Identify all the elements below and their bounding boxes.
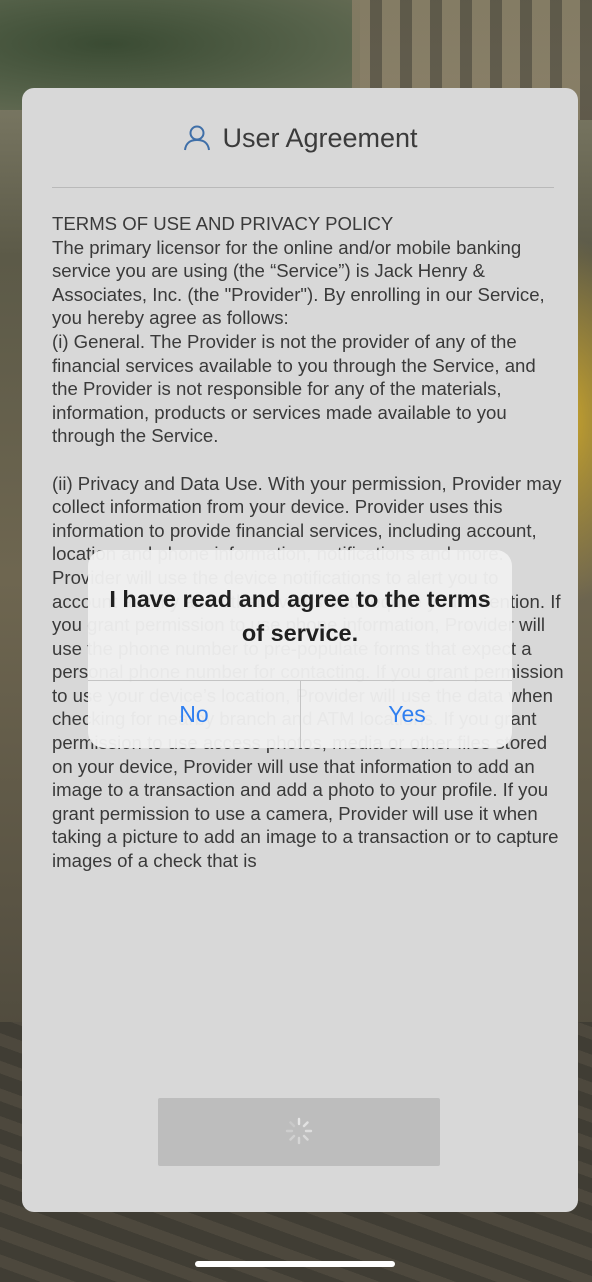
terms-heading: TERMS OF USE AND PRIVACY POLICY xyxy=(52,213,394,234)
terms-paragraph: The primary licensor for the online and/… xyxy=(52,236,545,447)
accept-button-loading[interactable] xyxy=(158,1098,440,1166)
user-icon xyxy=(182,123,212,153)
header-divider xyxy=(52,187,554,188)
yes-button[interactable]: Yes xyxy=(301,681,512,748)
loading-spinner-icon xyxy=(284,1116,314,1149)
confirm-alert-dialog: I have read and agree to the terms of se… xyxy=(88,550,512,748)
alert-message: I have read and agree to the terms of se… xyxy=(109,586,491,646)
home-indicator[interactable] xyxy=(195,1261,395,1267)
card-header: User Agreement xyxy=(22,88,578,188)
page-title: User Agreement xyxy=(222,122,418,153)
no-button[interactable]: No xyxy=(88,681,300,748)
